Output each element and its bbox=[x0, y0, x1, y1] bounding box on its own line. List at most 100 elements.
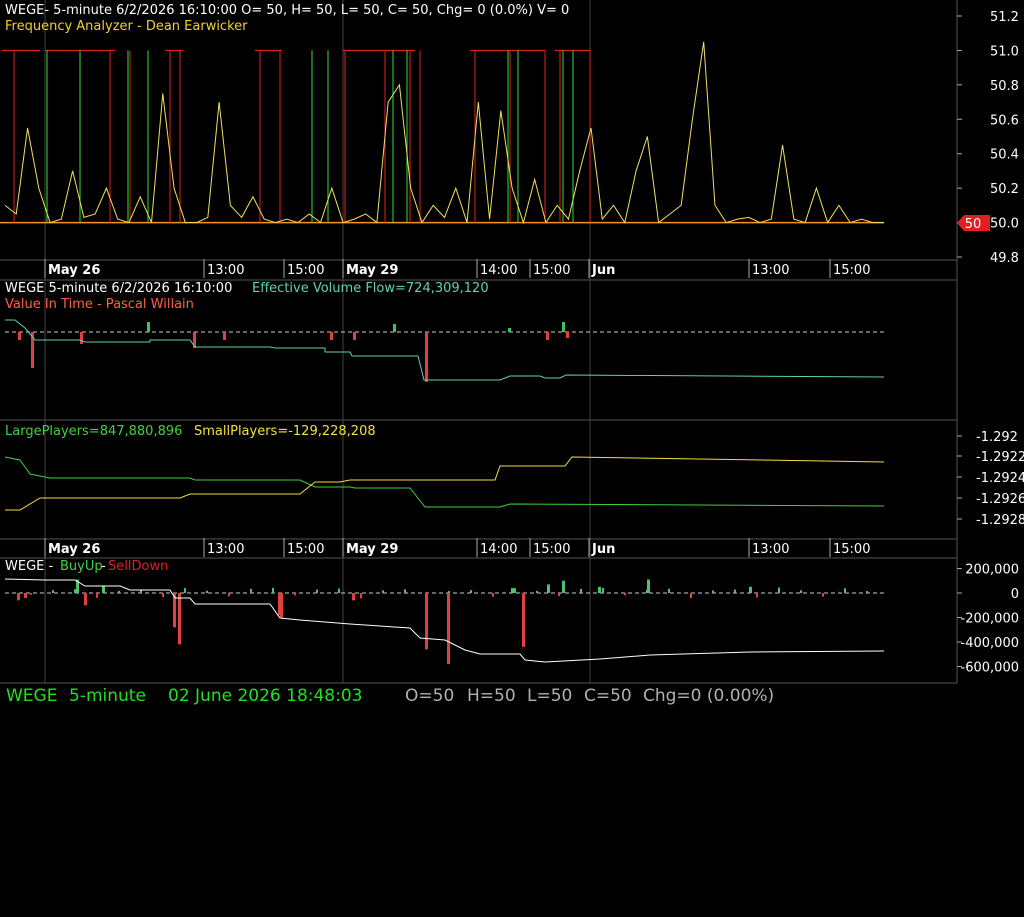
buysell-bar bbox=[228, 593, 230, 597]
vit-indicator-label: Effective Volume Flow=724,309,120 bbox=[252, 281, 489, 296]
buysell-bar bbox=[749, 586, 752, 593]
y-tick-label: 50.2 bbox=[990, 182, 1019, 197]
buysell-bar bbox=[558, 593, 560, 597]
buysell-bar bbox=[24, 593, 27, 598]
status-bar: WEGE 5-minute 02 June 2026 18:48:03 O=50… bbox=[0, 683, 1024, 713]
buysell-bar bbox=[360, 593, 362, 599]
x-tick-label: May 29 bbox=[346, 263, 398, 278]
x-tick-label: 14:00 bbox=[480, 542, 517, 557]
y-tick-label: -400,000 bbox=[961, 636, 1019, 651]
x-tick-label: 15:00 bbox=[833, 263, 870, 278]
buysell-bar bbox=[280, 593, 283, 618]
buysell-bar bbox=[294, 593, 296, 596]
vit-bar bbox=[353, 332, 356, 340]
buysell-bar bbox=[426, 593, 428, 598]
buysell-bar bbox=[470, 590, 472, 593]
buysell-bar bbox=[96, 593, 98, 598]
status-close: C=50 bbox=[584, 686, 632, 706]
effective-volume-flow-line bbox=[5, 319, 885, 381]
buysell-bar bbox=[84, 593, 87, 606]
y-tick-label: 0 bbox=[1011, 587, 1019, 602]
buysell-bar bbox=[522, 593, 525, 647]
buysell-bar bbox=[74, 589, 76, 593]
buysell-bar bbox=[778, 587, 780, 593]
vit-bar bbox=[18, 332, 21, 340]
buysell-bar bbox=[668, 588, 670, 593]
x-tick-label: 13:00 bbox=[752, 542, 789, 557]
status-symbol: WEGE bbox=[6, 686, 58, 706]
buysell-bar bbox=[448, 591, 450, 593]
x-tick-label: 13:00 bbox=[752, 263, 789, 278]
buysell-bar bbox=[536, 590, 538, 593]
x-tick-label: Jun bbox=[591, 542, 615, 557]
buysell-bar bbox=[866, 591, 868, 593]
buysell-bar bbox=[624, 593, 626, 596]
x-tick-label: 14:00 bbox=[480, 263, 517, 278]
buysell-bar bbox=[382, 590, 384, 593]
buysell-bar bbox=[316, 589, 318, 593]
x-tick-label: 13:00 bbox=[207, 542, 244, 557]
status-low: L=50 bbox=[527, 686, 573, 706]
x-tick-label: May 26 bbox=[48, 542, 100, 557]
buysell-bar bbox=[511, 588, 514, 593]
vit-bar bbox=[425, 332, 428, 382]
buysell-bar bbox=[206, 590, 208, 593]
buysell-bar bbox=[712, 590, 714, 593]
status-datetime: 02 June 2026 18:48:03 bbox=[168, 686, 363, 706]
buysell-bar bbox=[646, 589, 648, 593]
buysell-bar bbox=[580, 588, 582, 593]
buysell-cumulative-line bbox=[4, 578, 885, 663]
frequency-series-line bbox=[4, 41, 884, 225]
y-tick-label: -1.2926 bbox=[976, 492, 1024, 507]
buysell-bar bbox=[118, 590, 120, 593]
buysell-bar bbox=[425, 593, 428, 650]
buysell-bar bbox=[352, 593, 355, 601]
buysell-bar bbox=[178, 593, 181, 645]
buysell-separator: - bbox=[101, 559, 106, 574]
last-price-marker-label: 50 bbox=[965, 217, 982, 232]
x-tick-label: 15:00 bbox=[287, 542, 324, 557]
buysell-bar bbox=[514, 588, 516, 593]
price-header: WEGE- 5-minute 6/2/2026 16:10:00 O= 50, … bbox=[5, 3, 569, 18]
small-players-line bbox=[5, 456, 885, 511]
buysell-bar bbox=[547, 584, 550, 593]
vit-bar bbox=[80, 332, 83, 344]
y-tick-label: 50.8 bbox=[990, 79, 1019, 94]
vit-header: WEGE 5-minute 6/2/2026 16:10:00 bbox=[5, 281, 232, 296]
status-change: Chg=0 (0.00%) bbox=[643, 686, 775, 706]
vit-bar bbox=[393, 324, 396, 332]
y-tick-label: -1.2928 bbox=[976, 513, 1024, 528]
buysell-bar bbox=[30, 593, 32, 595]
buysell-bar bbox=[492, 593, 494, 597]
status-high: H=50 bbox=[467, 686, 516, 706]
buysell-bar bbox=[690, 593, 692, 599]
chart-canvas[interactable]: 51.2 51.0 50.8 50.6 50.4 50.2 50.0 49.8 50 WEGE- … bbox=[0, 0, 1024, 720]
y-tick-label: 50.0 bbox=[990, 217, 1019, 232]
vit-bar bbox=[508, 328, 511, 332]
buysell-bar bbox=[844, 588, 846, 593]
x-tick-label: 15:00 bbox=[533, 263, 570, 278]
y-tick-label: 50.6 bbox=[990, 113, 1019, 128]
vit-bar bbox=[330, 332, 333, 340]
vit-subheader: Value In Time - Pascal Willain bbox=[5, 297, 194, 312]
y-tick-label: -1.2922 bbox=[976, 450, 1024, 465]
y-tick-label: -1.292 bbox=[976, 430, 1018, 445]
y-tick-label: 49.8 bbox=[990, 251, 1019, 266]
buysell-bar bbox=[52, 590, 54, 593]
buysell-bar bbox=[272, 587, 274, 593]
large-players-line bbox=[4, 456, 885, 508]
buysell-bar bbox=[562, 580, 565, 593]
y-tick-label: -600,000 bbox=[961, 661, 1019, 676]
x-tick-label: May 26 bbox=[48, 263, 100, 278]
x-tick-label: May 29 bbox=[346, 542, 398, 557]
x-tick-label: 15:00 bbox=[287, 263, 324, 278]
buysell-bar bbox=[250, 588, 252, 593]
price-subheader: Frequency Analyzer - Dean Earwicker bbox=[5, 19, 248, 34]
buysell-bar bbox=[602, 587, 604, 593]
y-tick-label: 200,000 bbox=[965, 563, 1019, 578]
buysell-bar bbox=[404, 589, 406, 593]
vit-bar bbox=[566, 332, 569, 338]
vit-bar bbox=[223, 332, 226, 340]
buysell-bar bbox=[162, 593, 164, 597]
small-players-label: SmallPlayers=-129,228,208 bbox=[194, 424, 376, 439]
